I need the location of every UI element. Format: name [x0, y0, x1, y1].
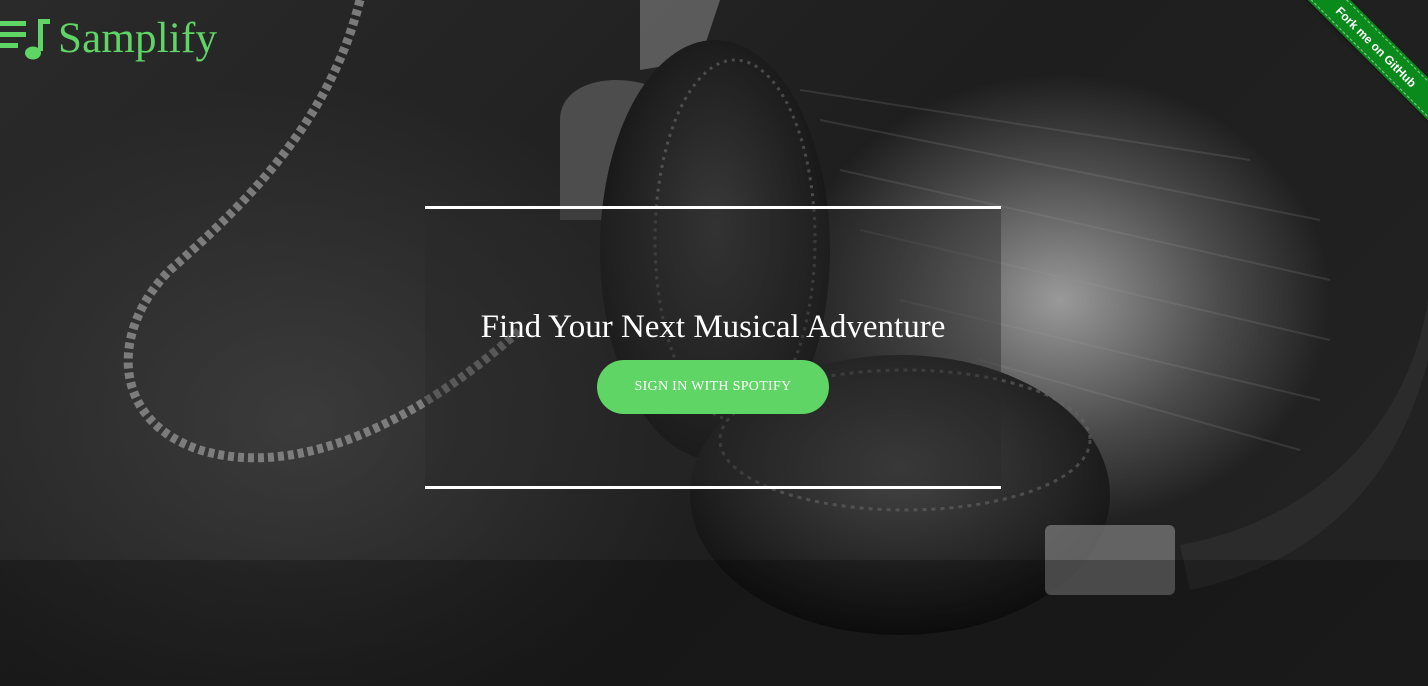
fork-ribbon-label: Fork me on GitHub	[1332, 3, 1420, 91]
landing-page: Samplify Fork me on GitHub Find Your Nex…	[0, 0, 1428, 686]
fork-ribbon: Fork me on GitHub	[1278, 0, 1428, 150]
brand-name: Samplify	[58, 14, 218, 62]
fork-ribbon-link[interactable]: Fork me on GitHub	[1296, 0, 1428, 127]
hero-panel: Find Your Next Musical Adventure SIGN IN…	[425, 206, 1001, 489]
sign-in-spotify-button[interactable]: SIGN IN WITH SPOTIFY	[597, 360, 829, 414]
brand-logo[interactable]: Samplify	[0, 12, 217, 64]
playlist-music-icon	[0, 19, 50, 60]
hero-title: Find Your Next Musical Adventure	[480, 309, 946, 345]
